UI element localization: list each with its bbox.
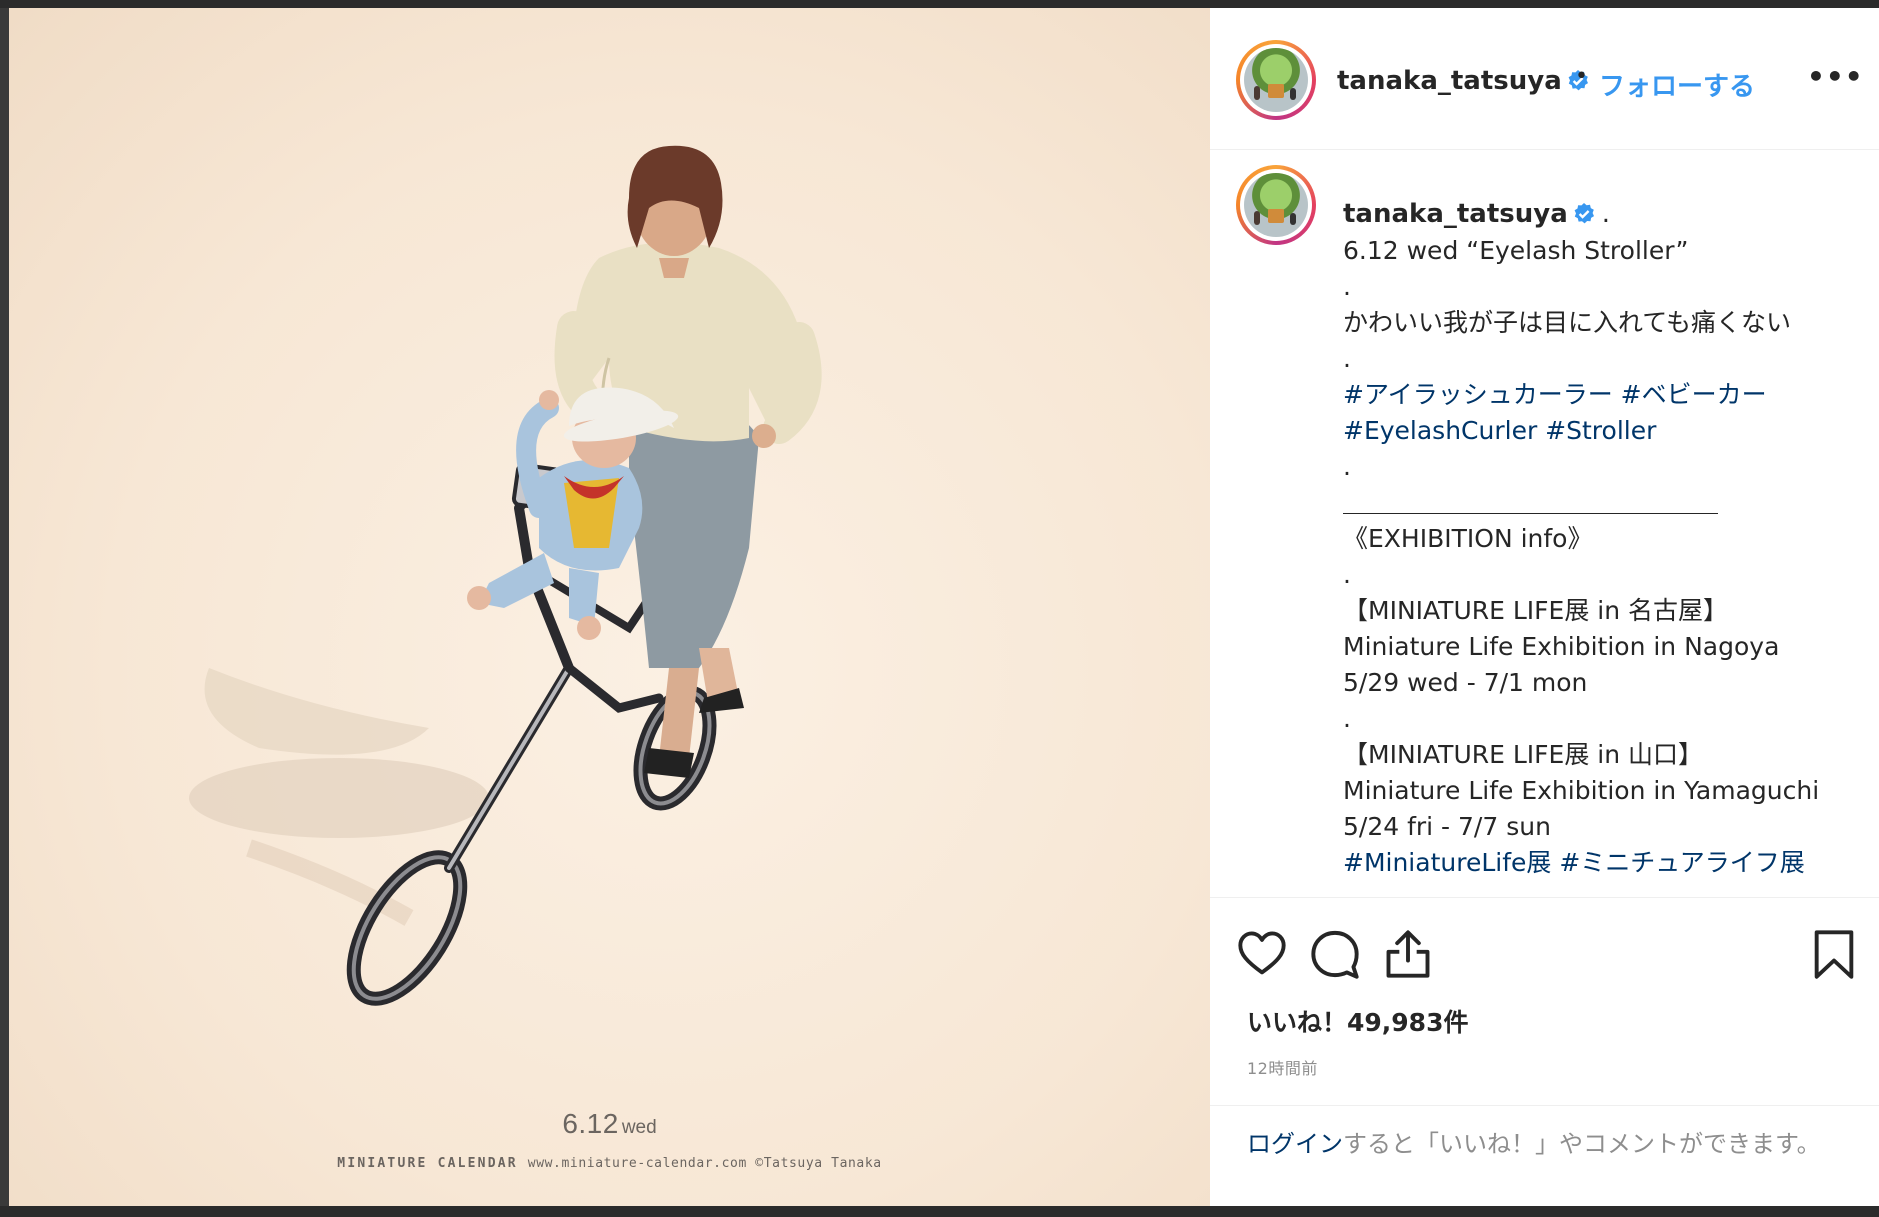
caption-line: . [1343,452,1351,481]
post-photo[interactable]: 6.12 wed MINIATURE CALENDAR www.miniature-… [9,8,1210,1206]
share-icon[interactable] [1382,928,1434,980]
caption-line: Miniature Life Exhibition in Nagoya [1343,632,1780,661]
miniature-photo-illustration [189,145,822,1006]
login-prompt-text: ログインすると「いいね！」やコメントができます。 [1247,1126,1847,1162]
caption-hashtag-line[interactable]: #MiniatureLife展 #ミニチュアライフ展 [1343,845,1863,881]
caption-area: tanaka_tatsuya. 6.12 wed “Eyelash Stroll… [1210,151,1879,897]
window-top-edge [0,0,1879,8]
caption-line: 6.12 wed “Eyelash Stroller” [1343,236,1689,265]
post-side-panel: tanaka_tatsuya • フォローする ••• tanaka_tatsu… [1210,8,1879,1206]
caption-trailing: . [1601,199,1611,229]
caption-text: 6.12 wed “Eyelash Stroller”. かわいい我が子は目に入れ… [1343,233,1863,881]
caption-hashtag-line[interactable]: #アイラッシュカーラー #ベビーカー [1343,377,1863,413]
login-link[interactable]: ログイン [1247,1130,1343,1158]
caption-hashtag-line[interactable]: #EyelashCurler #Stroller [1343,413,1863,449]
calendar-date-number: 6.12 [562,1108,619,1139]
caption-line: かわいい我が子は目に入れても痛くない [1343,308,1792,337]
window-left-edge [0,8,9,1217]
caption-line: . [1343,344,1351,373]
caption-avatar[interactable] [1236,165,1316,245]
caption-line: 5/24 fri - 7/7 sun [1343,812,1551,841]
calendar-weekday: wed [621,1117,657,1138]
more-options-button[interactable]: ••• [1807,60,1864,93]
likes-count[interactable]: いいね！49,983件 [1247,1003,1468,1039]
comment-icon[interactable] [1309,928,1361,980]
post-header: tanaka_tatsuya • フォローする ••• [1210,8,1879,150]
avatar-image [1244,48,1308,112]
caption-line: . [1343,560,1351,589]
caption-username-link[interactable]: tanaka_tatsuya [1343,199,1568,229]
login-prompt-rest: すると「いいね！」やコメントができます。 [1343,1130,1821,1158]
caption-line: ＿＿＿＿＿＿＿＿＿＿＿＿＿＿＿ [1343,488,1719,517]
caption-line: 【MINIATURE LIFE展 in 名古屋】 [1343,596,1729,625]
bookmark-icon[interactable] [1808,928,1860,980]
login-prompt: ログインすると「いいね！」やコメントができます。 [1210,1105,1879,1208]
caption-line: . [1343,704,1351,733]
header-username[interactable]: tanaka_tatsuya [1337,66,1590,96]
follow-button[interactable]: フォローする [1599,66,1755,103]
caption-line: 《EXHIBITION info》 [1343,524,1593,553]
post-timestamp[interactable]: 12時間前 [1247,1055,1318,1079]
caption-username: tanaka_tatsuya. [1343,199,1610,229]
calendar-credit: www.miniature-calendar.com ©Tatsuya Tana… [527,1156,882,1171]
calendar-date: 6.12 wed [9,1108,1210,1140]
heart-icon[interactable] [1236,928,1288,980]
caption-line: . [1343,272,1351,301]
header-separator: • [1575,64,1588,89]
avatar[interactable] [1236,40,1316,120]
window-bottom-edge [0,1206,1879,1217]
post-actions: いいね！49,983件 12時間前 ログインすると「いいね！」やコメントができま… [1210,897,1879,1207]
caption-line: Miniature Life Exhibition in Yamaguchi [1343,776,1820,805]
calendar-footer: MINIATURE CALENDAR www.miniature-calendar… [9,1156,1210,1171]
calendar-brand: MINIATURE CALENDAR [337,1156,518,1171]
caption-avatar-image [1244,173,1308,237]
caption-line: 5/29 wed - 7/1 mon [1343,668,1588,697]
header-username-text[interactable]: tanaka_tatsuya [1337,66,1562,96]
caption-line: 【MINIATURE LIFE展 in 山口】 [1343,740,1704,769]
verified-badge-icon [1574,203,1594,224]
